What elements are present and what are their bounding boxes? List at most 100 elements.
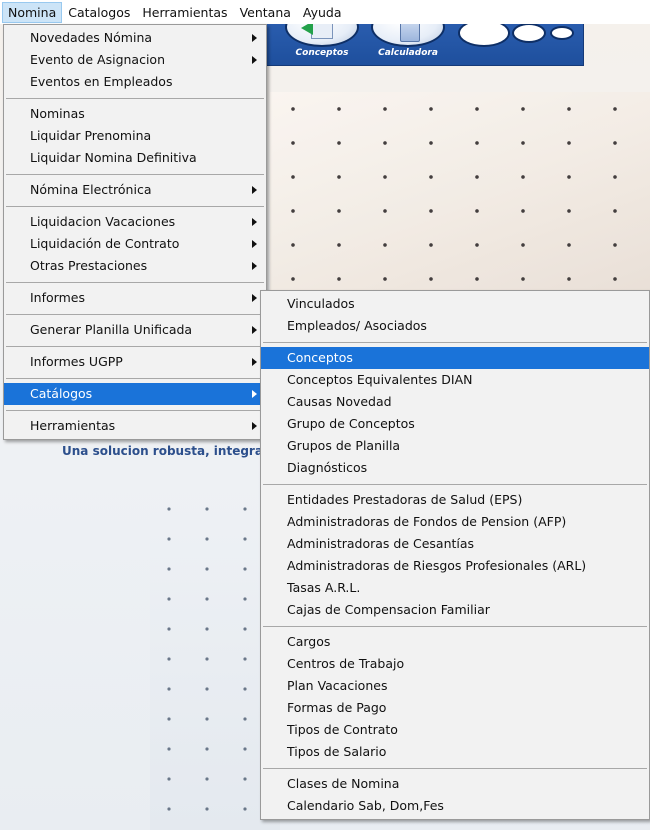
menu-separator (6, 282, 264, 283)
menu-item-nominas[interactable]: Nominas (4, 103, 266, 125)
background-tagline: Una solucion robusta, integral (62, 444, 268, 458)
menu-item-label: Liquidacion Vacaciones (30, 214, 176, 229)
menu-item-cajas-de-compensacion-familiar[interactable]: Cajas de Compensacion Familiar (261, 599, 649, 621)
menu-item-diagnosticos[interactable]: Diagnósticos (261, 457, 649, 479)
menu-item-cargos[interactable]: Cargos (261, 631, 649, 653)
menubar-nomina[interactable]: Nomina (2, 1, 63, 23)
menu-item-label: Cargos (287, 634, 331, 649)
menu-item-otras-prestaciones[interactable]: Otras Prestaciones (4, 255, 266, 277)
menu-item-label: Calendario Sab, Dom,Fes (287, 798, 444, 813)
toolbar-button-blank-3[interactable] (550, 26, 574, 40)
menu-item-label: Tipos de Contrato (287, 722, 398, 737)
menu-item-administradoras-de-riesgos-profesionales-arl[interactable]: Administradoras de Riesgos Profesionales… (261, 555, 649, 577)
menu-item-label: Entidades Prestadoras de Salud (EPS) (287, 492, 523, 507)
menu-item-label: Causas Novedad (287, 394, 392, 409)
menu-item-empleados-asociados[interactable]: Empleados/ Asociados (261, 315, 649, 337)
submenu-arrow-icon (252, 56, 257, 64)
menu-separator (6, 98, 264, 99)
menu-item-liquidar-nomina-definitiva[interactable]: Liquidar Nomina Definitiva (4, 147, 266, 169)
menu-item-label: Administradoras de Cesantías (287, 536, 475, 551)
menu-item-grupo-de-conceptos[interactable]: Grupo de Conceptos (261, 413, 649, 435)
menubar-catalogos[interactable]: Catalogos (62, 2, 136, 23)
menu-item-label: Catálogos (30, 386, 93, 401)
submenu-arrow-icon (252, 422, 257, 430)
menu-item-evento-de-asignacion[interactable]: Evento de Asignacion (4, 49, 266, 71)
menu-item-novedades-nomina[interactable]: Novedades Nómina (4, 27, 266, 49)
submenu-arrow-icon (252, 34, 257, 42)
menu-bar: Nomina Catalogos Herramientas Ventana Ay… (0, 0, 650, 24)
menu-item-entidades-prestadoras-de-salud-eps[interactable]: Entidades Prestadoras de Salud (EPS) (261, 489, 649, 511)
nomina-dropdown-menu: Novedades Nómina Evento de Asignacion Even… (3, 24, 267, 440)
menu-item-conceptos[interactable]: Conceptos (261, 347, 649, 369)
calculadora-toolbar-label: Calculadora (378, 48, 438, 58)
menu-item-plan-vacaciones[interactable]: Plan Vacaciones (261, 675, 649, 697)
menu-item-label: Conceptos (287, 350, 353, 365)
menu-item-liquidacion-de-contrato[interactable]: Liquidación de Contrato (4, 233, 266, 255)
menu-item-label: Administradoras de Riesgos Profesionales… (287, 558, 587, 573)
menu-separator (263, 484, 647, 485)
submenu-arrow-icon (252, 218, 257, 226)
menu-item-tasas-a-r-l[interactable]: Tasas A.R.L. (261, 577, 649, 599)
submenu-arrow-icon (252, 326, 257, 334)
menu-item-clases-de-nomina[interactable]: Clases de Nomina (261, 773, 649, 795)
toolbar-button-blank-2[interactable] (512, 23, 546, 43)
menu-item-centros-de-trabajo[interactable]: Centros de Trabajo (261, 653, 649, 675)
menu-item-label: Nómina Electrónica (30, 182, 152, 197)
menu-separator (6, 174, 264, 175)
menu-item-administradoras-de-fondos-de-pension-afp[interactable]: Administradoras de Fondos de Pension (AF… (261, 511, 649, 533)
menu-item-label: Evento de Asignacion (30, 52, 165, 67)
menu-item-formas-de-pago[interactable]: Formas de Pago (261, 697, 649, 719)
menu-item-label: Liquidación de Contrato (30, 236, 180, 251)
menu-item-liquidar-prenomina[interactable]: Liquidar Prenomina (4, 125, 266, 147)
menu-item-label: Otras Prestaciones (30, 258, 148, 273)
menu-item-label: Liquidar Prenomina (30, 128, 152, 143)
menu-item-label: Informes (30, 290, 85, 305)
menu-item-label: Centros de Trabajo (287, 656, 405, 671)
conceptos-toolbar-label: Conceptos (295, 48, 349, 58)
menu-item-informes[interactable]: Informes (4, 287, 266, 309)
menu-item-administradoras-de-cesantias[interactable]: Administradoras de Cesantías (261, 533, 649, 555)
menu-item-tipos-de-contrato[interactable]: Tipos de Contrato (261, 719, 649, 741)
menu-item-label: Generar Planilla Unificada (30, 322, 193, 337)
menu-separator (6, 346, 264, 347)
menu-item-label: Administradoras de Fondos de Pension (AF… (287, 514, 567, 529)
menubar-ayuda[interactable]: Ayuda (297, 2, 348, 23)
menu-item-label: Diagnósticos (287, 460, 368, 475)
menu-item-eventos-en-empleados[interactable]: Eventos en Empleados (4, 71, 266, 93)
menu-item-label: Liquidar Nomina Definitiva (30, 150, 197, 165)
menu-item-label: Formas de Pago (287, 700, 387, 715)
menu-item-tipos-de-salario[interactable]: Tipos de Salario (261, 741, 649, 763)
menu-item-label: Plan Vacaciones (287, 678, 388, 693)
menu-item-label: Grupo de Conceptos (287, 416, 415, 431)
menu-item-catalogos[interactable]: Catálogos (4, 383, 266, 405)
menu-item-label: Conceptos Equivalentes DIAN (287, 372, 473, 387)
menu-item-calendario-sab-dom-fes[interactable]: Calendario Sab, Dom,Fes (261, 795, 649, 817)
menu-separator (263, 768, 647, 769)
menu-item-informes-ugpp[interactable]: Informes UGPP (4, 351, 266, 373)
menu-separator (263, 626, 647, 627)
menu-item-label: Informes UGPP (30, 354, 123, 369)
menu-item-label: Novedades Nómina (30, 30, 153, 45)
menu-item-conceptos-equivalentes-dian[interactable]: Conceptos Equivalentes DIAN (261, 369, 649, 391)
menu-item-label: Nominas (30, 106, 85, 121)
menu-item-herramientas[interactable]: Herramientas (4, 415, 266, 437)
submenu-arrow-icon (252, 186, 257, 194)
submenu-arrow-icon (252, 390, 257, 398)
menu-item-generar-planilla-unificada[interactable]: Generar Planilla Unificada (4, 319, 266, 341)
submenu-arrow-icon (252, 358, 257, 366)
menu-item-label: Empleados/ Asociados (287, 318, 427, 333)
submenu-arrow-icon (252, 240, 257, 248)
menu-item-causas-novedad[interactable]: Causas Novedad (261, 391, 649, 413)
menu-item-nomina-electronica[interactable]: Nómina Electrónica (4, 179, 266, 201)
menu-item-label: Tasas A.R.L. (287, 580, 361, 595)
menubar-ventana[interactable]: Ventana (234, 2, 297, 23)
menu-item-label: Tipos de Salario (287, 744, 387, 759)
menu-item-vinculados[interactable]: Vinculados (261, 293, 649, 315)
menu-item-label: Eventos en Empleados (30, 74, 173, 89)
menu-item-label: Clases de Nomina (287, 776, 400, 791)
catalogos-submenu: Vinculados Empleados/ Asociados Conceptos C… (260, 290, 650, 820)
menu-item-grupos-de-planilla[interactable]: Grupos de Planilla (261, 435, 649, 457)
menubar-herramientas[interactable]: Herramientas (136, 2, 233, 23)
menu-item-label: Herramientas (30, 418, 116, 433)
menu-item-liquidacion-vacaciones[interactable]: Liquidacion Vacaciones (4, 211, 266, 233)
